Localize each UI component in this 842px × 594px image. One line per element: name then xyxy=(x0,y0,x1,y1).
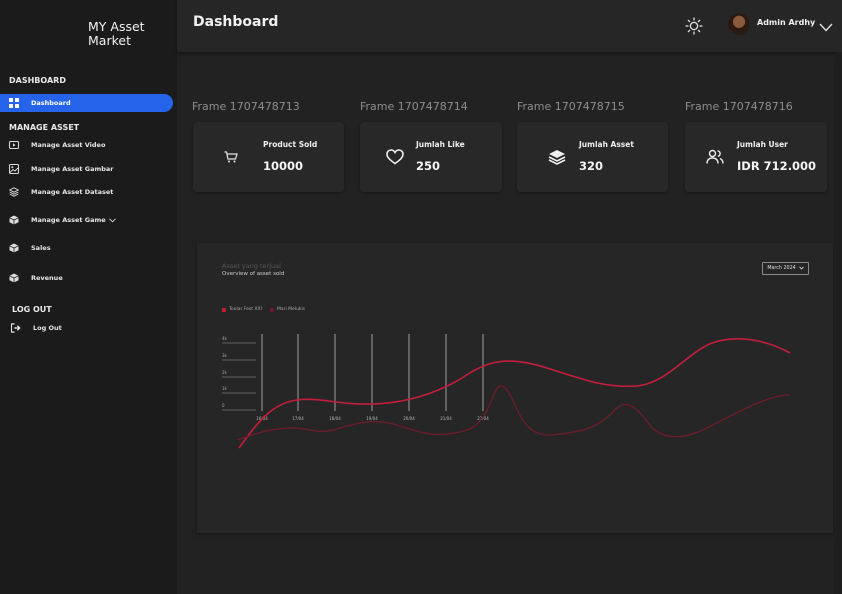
grid-icon xyxy=(9,98,19,108)
sidebar-item-label: Manage Asset Gambar xyxy=(31,165,114,173)
x-tick-label: 17/04 xyxy=(292,416,304,421)
cube-icon xyxy=(9,215,19,225)
x-tick-label: 21/04 xyxy=(440,416,452,421)
x-tick-label: 18/04 xyxy=(329,416,341,421)
frame-label: Frame 1707478714 xyxy=(360,100,468,113)
series-line-mari-melukis xyxy=(236,385,791,441)
heart-icon xyxy=(385,147,405,167)
sidebar-item-label: Manage Asset Game xyxy=(31,216,106,224)
sidebar-item-label: Manage Asset Dataset xyxy=(31,188,114,196)
cube-icon xyxy=(9,243,19,253)
sidebar-item-logout[interactable]: Log Out xyxy=(2,319,175,337)
y-tick-label: 2k xyxy=(222,370,228,375)
section-logout: LOG OUT xyxy=(12,305,52,314)
sales-chart-panel: Asset yang terjual Overview of asset sol… xyxy=(197,243,833,533)
sidebar-item-label: Sales xyxy=(31,244,51,252)
y-tick-label: 1k xyxy=(222,386,228,391)
frame-label: Frame 1707478716 xyxy=(685,100,793,113)
cube-icon xyxy=(9,273,19,283)
scrollbar[interactable] xyxy=(834,52,842,594)
sidebar-item-label: Log Out xyxy=(33,324,62,332)
stat-label: Jumlah Asset xyxy=(579,140,634,149)
x-tick-label: 20/04 xyxy=(403,416,415,421)
stat-value: IDR 712.000 xyxy=(737,159,817,173)
theme-toggle-sun-icon[interactable] xyxy=(685,17,703,39)
y-tick-label: 4k xyxy=(222,336,228,341)
avatar[interactable] xyxy=(728,13,750,35)
y-tick-label: 0 xyxy=(222,403,225,408)
sidebar: MY Asset Market DASHBOARD Dashboard MANA… xyxy=(0,0,177,594)
stat-label: Jumlah User xyxy=(737,140,788,149)
stat-card-jumlah-user[interactable]: Jumlah User IDR 712.000 xyxy=(685,122,827,192)
sidebar-item-manage-asset-gambar[interactable]: Manage Asset Gambar xyxy=(0,160,173,178)
stat-value: 10000 xyxy=(263,159,304,173)
y-axis: 4k 3k 2k 1k 0 xyxy=(222,336,256,411)
cart-icon xyxy=(221,147,241,167)
page-title: Dashboard xyxy=(193,14,279,30)
logout-icon xyxy=(11,323,21,333)
section-manage-asset: MANAGE ASSET xyxy=(9,123,80,132)
video-icon xyxy=(9,140,19,150)
stat-value: 250 xyxy=(416,159,441,173)
y-tick-label: 3k xyxy=(222,353,228,358)
chevron-down-icon xyxy=(108,217,116,223)
users-icon xyxy=(705,147,725,167)
sidebar-item-label: Dashboard xyxy=(31,99,71,107)
stat-value: 320 xyxy=(579,159,604,173)
frame-label: Frame 1707478715 xyxy=(517,100,625,113)
stat-label: Jumlah Like xyxy=(416,140,465,149)
sidebar-item-label: Manage Asset Video xyxy=(31,141,106,149)
stat-label: Product Sold xyxy=(263,140,318,149)
brand-logo[interactable]: MY Asset Market xyxy=(88,20,145,48)
sidebar-item-manage-asset-dataset[interactable]: Manage Asset Dataset xyxy=(0,183,173,201)
stat-card-jumlah-like[interactable]: Jumlah Like 250 xyxy=(360,122,502,192)
frame-label: Frame 1707478713 xyxy=(192,100,300,113)
sidebar-item-label: Revenue xyxy=(31,274,63,282)
chevron-down-icon[interactable] xyxy=(819,17,833,36)
sidebar-item-sales[interactable]: Sales xyxy=(0,239,173,257)
layers-icon xyxy=(547,147,567,167)
sidebar-item-revenue[interactable]: Revenue xyxy=(0,269,173,287)
user-name[interactable]: Admin Ardhy xyxy=(757,18,815,27)
sidebar-item-manage-asset-game[interactable]: Manage Asset Game xyxy=(0,211,173,229)
image-icon xyxy=(9,164,19,174)
section-dashboard: DASHBOARD xyxy=(9,76,66,85)
brand-line-1: MY Asset xyxy=(88,19,145,34)
layers-icon xyxy=(9,187,19,197)
chart-plot: 4k 3k 2k 1k 0 16/04 17/04 18/04 19/04 20… xyxy=(222,334,791,449)
stat-card-product-sold[interactable]: Product Sold 10000 xyxy=(193,122,344,192)
stat-card-jumlah-asset[interactable]: Jumlah Asset 320 xyxy=(517,122,668,192)
brand-line-2: Market xyxy=(88,33,131,48)
x-tick-label: 19/04 xyxy=(366,416,378,421)
top-bar: Dashboard Admin Ardhy xyxy=(177,0,842,52)
sidebar-item-manage-asset-video[interactable]: Manage Asset Video xyxy=(0,136,173,154)
sidebar-item-dashboard[interactable]: Dashboard xyxy=(0,94,173,112)
